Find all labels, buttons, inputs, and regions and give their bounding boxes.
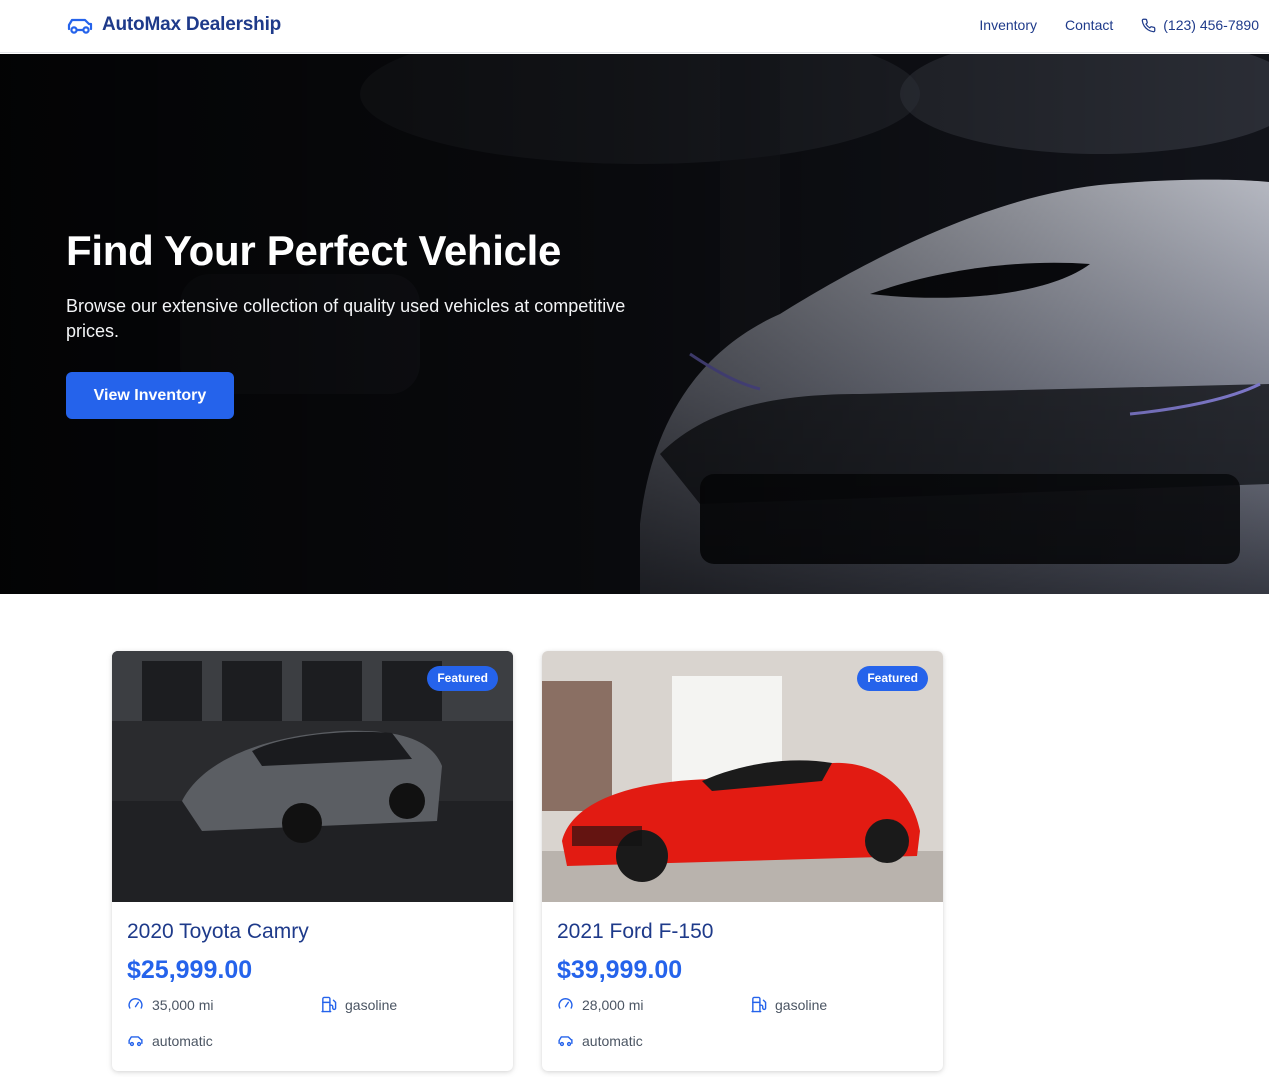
featured-badge: Featured [857,666,928,691]
card-body: 2020 Toyota Camry $25,999.00 35,000 mi g… [112,902,513,1071]
fuel-icon [750,996,767,1013]
mileage-value: 28,000 mi [582,996,644,1013]
spec-fuel: gasoline [320,996,397,1013]
spec-transmission: automatic [127,1032,213,1049]
view-inventory-button[interactable]: View Inventory [66,372,234,419]
vehicle-card[interactable]: Featured 2020 Toyota Camry $25,999.00 35… [112,651,513,1071]
vehicle-specs: 35,000 mi gasoline automatic [127,996,498,1071]
featured-badge: Featured [427,666,498,691]
vehicle-price: $25,999.00 [127,956,253,984]
phone-link[interactable]: (123) 456-7890 [1141,17,1259,33]
vehicle-title: 2020 Toyota Camry [127,920,309,943]
site-header: AutoMax Dealership Inventory Contact (12… [0,0,1269,53]
nav-contact-link[interactable]: Contact [1065,17,1113,33]
vehicle-card[interactable]: Featured 2021 Ford F-150 $39,999.00 28,0… [542,651,943,1071]
mileage-value: 35,000 mi [152,996,214,1013]
fuel-value: gasoline [775,996,828,1013]
phone-number: (123) 456-7890 [1163,17,1259,33]
spec-mileage: 35,000 mi [127,996,213,1013]
speedometer-icon [127,996,144,1013]
card-body: 2021 Ford F-150 $39,999.00 28,000 mi gas… [542,902,943,1071]
vehicle-title: 2021 Ford F-150 [557,920,714,943]
hero-title: Find Your Perfect Vehicle [66,227,562,274]
vehicle-photo: Featured [112,651,513,902]
vehicle-specs: 28,000 mi gasoline automatic [557,996,928,1071]
main-nav: Inventory Contact (123) 456-7890 [979,17,1259,33]
hero-content: Find Your Perfect Vehicle Browse our ext… [66,226,646,419]
speedometer-icon [557,996,574,1013]
transmission-value: automatic [152,1032,213,1049]
transmission-value: automatic [582,1032,643,1049]
hero-banner: Find Your Perfect Vehicle Browse our ext… [0,54,1269,594]
spec-mileage: 28,000 mi [557,996,643,1013]
nav-inventory-link[interactable]: Inventory [979,17,1037,33]
vehicle-price: $39,999.00 [557,956,683,984]
phone-icon [1141,18,1156,33]
fuel-value: gasoline [345,996,398,1013]
vehicle-photo: Featured [542,651,943,902]
car-icon [127,1032,144,1049]
hero-subtitle: Browse our extensive collection of quali… [66,296,626,342]
car-icon [66,13,94,37]
fuel-icon [320,996,337,1013]
spec-transmission: automatic [557,1032,643,1049]
car-icon [557,1032,574,1049]
brand-logo[interactable]: AutoMax Dealership [66,13,281,37]
brand-name: AutoMax Dealership [102,14,282,35]
spec-fuel: gasoline [750,996,827,1013]
